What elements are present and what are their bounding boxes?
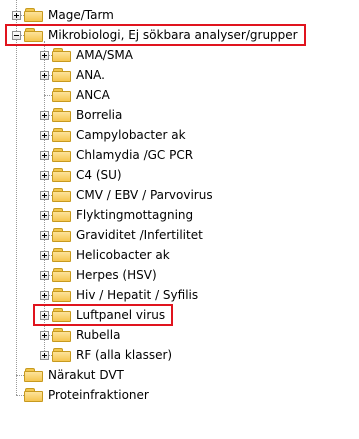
folder-icon	[52, 348, 72, 362]
tree-node-flyktingmottagning[interactable]: Flyktingmottagning	[40, 205, 194, 225]
collapse-icon[interactable]	[12, 30, 21, 40]
tree-node-ama-sma[interactable]: AMA/SMA	[40, 45, 134, 65]
folder-icon	[24, 28, 44, 42]
tree-node-label[interactable]: ANA.	[75, 67, 106, 83]
folder-icon	[24, 388, 44, 402]
tree-node-label[interactable]: Hiv / Hepatit / Syfilis	[75, 287, 199, 303]
expand-icon[interactable]	[40, 310, 49, 320]
folder-icon	[24, 8, 44, 22]
tree-node-hiv-hepatit-syfilis[interactable]: Hiv / Hepatit / Syfilis	[40, 285, 199, 305]
expand-icon[interactable]	[40, 330, 49, 340]
tree-node-chlamydia-gc-pcr[interactable]: Chlamydia /GC PCR	[40, 145, 194, 165]
tree-node-c4-su[interactable]: C4 (SU)	[40, 165, 123, 185]
expand-icon[interactable]	[40, 270, 49, 280]
tree-node-label[interactable]: Luftpanel virus	[75, 307, 166, 323]
tree-node-mikrobiologi-ej-sökbara-analyser-grupper[interactable]: Mikrobiologi, Ej sökbara analyser/gruppe…	[12, 25, 299, 45]
expand-icon[interactable]	[40, 130, 49, 140]
folder-icon	[52, 208, 72, 222]
expand-icon[interactable]	[40, 350, 49, 360]
tree-node-label[interactable]: Mikrobiologi, Ej sökbara analyser/gruppe…	[47, 27, 299, 43]
tree-node-label[interactable]: Borrelia	[75, 107, 123, 123]
folder-icon	[52, 148, 72, 162]
tree-node-label[interactable]: RF (alla klasser)	[75, 347, 173, 363]
tree-node-helicobacter-ak[interactable]: Helicobacter ak	[40, 245, 171, 265]
tree-node-luftpanel-virus[interactable]: Luftpanel virus	[40, 305, 166, 325]
tree-node-label[interactable]: Campylobacter ak	[75, 127, 187, 143]
folder-icon	[52, 188, 72, 202]
folder-icon	[52, 88, 72, 102]
folder-tree: Mage/Tarm Mikrobiologi, Ej sökbara analys…	[0, 0, 359, 439]
expand-icon[interactable]	[40, 110, 49, 120]
expand-icon[interactable]	[40, 170, 49, 180]
expand-icon[interactable]	[40, 50, 49, 60]
tree-node-graviditet-infertilitet[interactable]: Graviditet /Infertilitet	[40, 225, 204, 245]
tree-node-anca[interactable]: ANCA	[40, 85, 111, 105]
expand-icon[interactable]	[40, 290, 49, 300]
tree-node-ana[interactable]: ANA.	[40, 65, 106, 85]
folder-icon	[52, 108, 72, 122]
folder-icon	[52, 268, 72, 282]
expand-icon[interactable]	[40, 190, 49, 200]
tree-node-label[interactable]: AMA/SMA	[75, 47, 134, 63]
folder-icon	[52, 328, 72, 342]
folder-icon	[52, 48, 72, 62]
tree-node-label[interactable]: Flyktingmottagning	[75, 207, 194, 223]
tree-node-rubella[interactable]: Rubella	[40, 325, 121, 345]
folder-icon	[24, 368, 44, 382]
tree-node-label[interactable]: C4 (SU)	[75, 167, 123, 183]
folder-icon	[52, 168, 72, 182]
expand-icon[interactable]	[40, 150, 49, 160]
tree-node-label[interactable]: CMV / EBV / Parvovirus	[75, 187, 214, 203]
expand-icon[interactable]	[40, 250, 49, 260]
tree-connector-line	[16, 0, 17, 395]
tree-node-label[interactable]: ANCA	[75, 87, 111, 103]
tree-node-label[interactable]: Herpes (HSV)	[75, 267, 158, 283]
folder-icon	[52, 308, 72, 322]
folder-icon	[52, 68, 72, 82]
tree-node-label[interactable]: Proteinfraktioner	[47, 387, 150, 403]
folder-icon	[52, 248, 72, 262]
tree-node-label[interactable]: Mage/Tarm	[47, 7, 115, 23]
tree-node-campylobacter-ak[interactable]: Campylobacter ak	[40, 125, 187, 145]
expand-icon[interactable]	[40, 230, 49, 240]
expand-icon[interactable]	[12, 10, 21, 20]
tree-node-label[interactable]: Rubella	[75, 327, 121, 343]
folder-icon	[52, 288, 72, 302]
folder-icon	[52, 228, 72, 242]
tree-node-borrelia[interactable]: Borrelia	[40, 105, 123, 125]
expand-icon[interactable]	[40, 210, 49, 220]
tree-node-cmv-ebv-parvovirus[interactable]: CMV / EBV / Parvovirus	[40, 185, 214, 205]
tree-node-mage-tarm[interactable]: Mage/Tarm	[12, 5, 115, 25]
folder-icon	[52, 128, 72, 142]
tree-node-herpes-hsv[interactable]: Herpes (HSV)	[40, 265, 158, 285]
tree-node-rf-alla-klasser[interactable]: RF (alla klasser)	[40, 345, 173, 365]
tree-node-label[interactable]: Helicobacter ak	[75, 247, 171, 263]
tree-node-label[interactable]: Chlamydia /GC PCR	[75, 147, 194, 163]
tree-node-närakut-dvt[interactable]: Närakut DVT	[12, 365, 125, 385]
tree-node-label[interactable]: Graviditet /Infertilitet	[75, 227, 204, 243]
expand-icon[interactable]	[40, 70, 49, 80]
tree-node-proteinfraktioner[interactable]: Proteinfraktioner	[12, 385, 150, 405]
tree-node-label[interactable]: Närakut DVT	[47, 367, 125, 383]
